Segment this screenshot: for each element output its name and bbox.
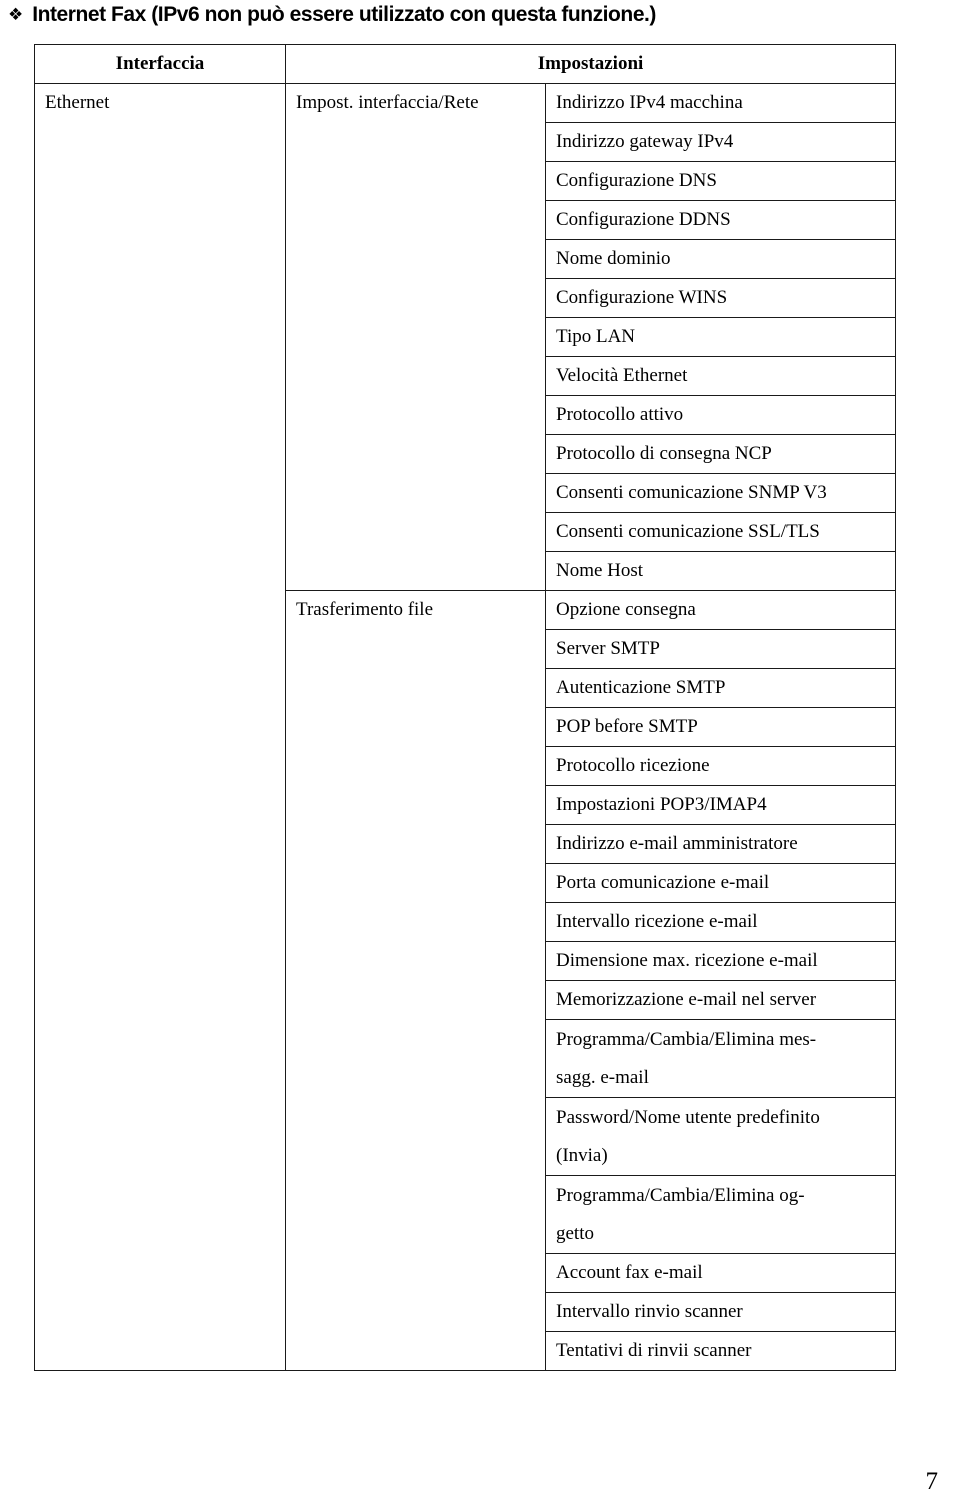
setting-label: Porta comunicazione e-mail	[556, 872, 770, 893]
setting-cell: Autenticazione SMTP	[544, 668, 897, 708]
setting-cell: Velocità Ethernet	[544, 356, 897, 396]
setting-group-cell: Trasferimento file	[285, 590, 546, 1371]
section-heading: ❖ Internet Fax (IPv6 non può essere util…	[8, 2, 952, 28]
setting-cell: Configurazione DDNS	[544, 200, 897, 240]
setting-cell: Programma/Cambia/Elimina mes-sagg. e-mai…	[544, 1019, 897, 1098]
setting-label: Indirizzo e-mail amministratore	[556, 833, 798, 854]
setting-cell: POP before SMTP	[544, 707, 897, 747]
setting-cell: Impostazioni POP3/IMAP4	[544, 785, 897, 825]
page-number: 7	[925, 1468, 939, 1495]
setting-label: Intervallo rinvio scanner	[556, 1301, 743, 1322]
setting-label: Configurazione DDNS	[556, 209, 731, 230]
setting-cell: Porta comunicazione e-mail	[544, 863, 897, 903]
setting-label: Protocollo di consegna NCP	[556, 443, 772, 464]
setting-label: Dimensione max. ricezione e-mail	[556, 950, 818, 971]
setting-cell: Indirizzo IPv4 macchina	[544, 83, 897, 123]
setting-label: Server SMTP	[556, 638, 660, 659]
setting-cell: Nome dominio	[544, 239, 897, 279]
floret-bullet-icon: ❖	[8, 5, 24, 25]
setting-label: Impostazioni POP3/IMAP4	[556, 794, 767, 815]
table-header-row: Interfaccia Impostazioni	[34, 44, 897, 84]
setting-cell: Tipo LAN	[544, 317, 897, 357]
setting-label: Tipo LAN	[556, 326, 636, 347]
table-body: Ethernet Impost. interfaccia/Rete Indirizz…	[34, 83, 897, 1371]
setting-label: Opzione consegna	[556, 599, 696, 620]
settings-table: Interfaccia Impostazioni Ethernet Impost.…	[34, 44, 897, 1371]
setting-cell: Protocollo di consegna NCP	[544, 434, 897, 474]
interface-label: Ethernet	[45, 92, 110, 113]
setting-label: Autenticazione SMTP	[556, 677, 726, 698]
setting-cell: Password/Nome utente predefinito (Invia)	[544, 1097, 897, 1176]
setting-label: Configurazione DNS	[556, 170, 717, 191]
setting-label: Password/Nome utente predefinito (Invia)	[556, 1107, 820, 1166]
column-header-interface: Interfaccia	[34, 44, 286, 84]
setting-cell: Tentativi di rinvii scanner	[544, 1331, 897, 1371]
setting-cell: Intervallo ricezione e-mail	[544, 902, 897, 942]
setting-cell: Indirizzo gateway IPv4	[544, 122, 897, 162]
setting-label: Consenti comunicazione SSL/TLS	[556, 521, 820, 542]
setting-cell: Account fax e-mail	[544, 1253, 897, 1293]
setting-cell: Protocollo attivo	[544, 395, 897, 435]
setting-label: Configurazione WINS	[556, 287, 728, 308]
setting-label: Velocità Ethernet	[556, 365, 688, 386]
interface-cell: Ethernet	[34, 83, 286, 1371]
setting-cell: Consenti comunicazione SSL/TLS	[544, 512, 897, 552]
table-row: Ethernet Impost. interfaccia/Rete Indirizz…	[34, 83, 897, 1371]
setting-label: Tentativi di rinvii scanner	[556, 1340, 752, 1361]
table-header: Interfaccia Impostazioni	[34, 44, 897, 84]
column-header-settings: Impostazioni	[284, 44, 897, 84]
setting-label: Intervallo ricezione e-mail	[556, 911, 758, 932]
setting-label: POP before SMTP	[556, 716, 698, 737]
setting-cell: Protocollo ricezione	[544, 746, 897, 786]
setting-cell: Opzione consegna	[544, 590, 897, 630]
setting-cell: Consenti comunicazione SNMP V3	[544, 473, 897, 513]
setting-cell: Server SMTP	[544, 629, 897, 669]
setting-cell: Indirizzo e-mail amministratore	[544, 824, 897, 864]
setting-label: Account fax e-mail	[556, 1262, 703, 1283]
setting-label: Consenti comunicazione SNMP V3	[556, 482, 827, 503]
setting-label: Protocollo ricezione	[556, 755, 710, 776]
setting-label: Programma/Cambia/Elimina mes-sagg. e-mai…	[556, 1029, 817, 1088]
setting-label: Indirizzo IPv4 macchina	[556, 92, 743, 113]
setting-group-label: Impost. interfaccia/Rete	[296, 92, 479, 113]
setting-cell: Configurazione DNS	[544, 161, 897, 201]
setting-cell: Programma/Cambia/Elimina og-getto	[544, 1175, 897, 1254]
setting-cell: Configurazione WINS	[544, 278, 897, 318]
setting-group-label: Trasferimento file	[296, 599, 434, 620]
setting-cell: Nome Host	[544, 551, 897, 591]
section-heading-text: Internet Fax (IPv6 non può essere utiliz…	[32, 3, 656, 26]
setting-label: Memorizzazione e-mail nel server	[556, 989, 817, 1010]
settings-table-container: Interfaccia Impostazioni Ethernet Impost.…	[34, 44, 897, 1371]
setting-cell: Intervallo rinvio scanner	[544, 1292, 897, 1332]
setting-cell: Memorizzazione e-mail nel server	[544, 980, 897, 1020]
setting-label: Indirizzo gateway IPv4	[556, 131, 734, 152]
setting-label: Nome dominio	[556, 248, 671, 269]
setting-cell: Dimensione max. ricezione e-mail	[544, 941, 897, 981]
setting-group-cell: Impost. interfaccia/Rete	[285, 83, 546, 591]
setting-label: Programma/Cambia/Elimina og-getto	[556, 1185, 805, 1244]
setting-label: Nome Host	[556, 560, 644, 581]
setting-label: Protocollo attivo	[556, 404, 684, 425]
